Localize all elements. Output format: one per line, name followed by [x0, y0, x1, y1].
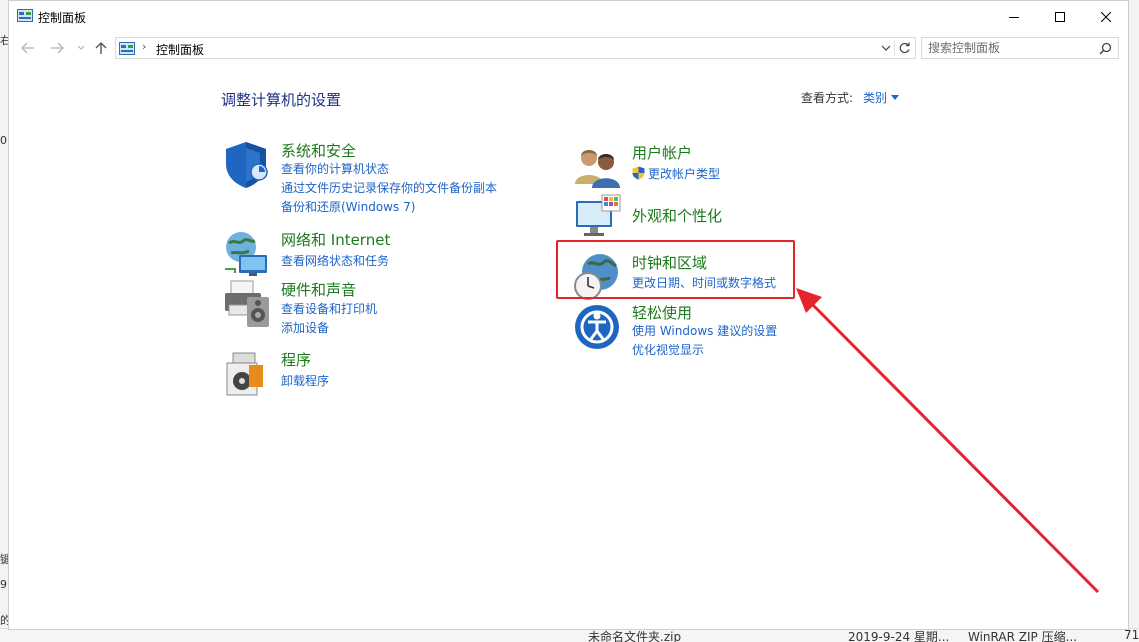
- category-network: 网络和 Internet 查看网络状态和任务: [221, 229, 551, 276]
- category-hardware-sound: 硬件和声音 查看设备和打印机 添加设备: [221, 279, 551, 339]
- view-by-dropdown[interactable]: 类别: [863, 91, 887, 105]
- search-box[interactable]: [921, 37, 1119, 59]
- link-view-computer-status[interactable]: 查看你的计算机状态: [281, 160, 389, 177]
- link-network-status[interactable]: 查看网络状态和任务: [281, 252, 389, 269]
- background-fragment: 0: [0, 134, 7, 147]
- link-backup-restore[interactable]: 备份和还原(Windows 7): [281, 198, 415, 215]
- control-panel-icon: [17, 9, 33, 22]
- view-by-label: 查看方式:: [801, 91, 854, 105]
- window-title: 控制面板: [38, 11, 87, 25]
- control-panel-window: 控制面板 › 控制面板 搜索控制面板 调整计算机的设置 查看方式: 类别 系统和…: [8, 0, 1129, 630]
- search-icon[interactable]: [1099, 42, 1112, 55]
- programs-icon[interactable]: [221, 349, 271, 399]
- link-optimize-visual-display[interactable]: 优化视觉显示: [632, 341, 704, 358]
- background-desktop-left: 右 0 键 9 的: [0, 0, 11, 641]
- appearance-monitor-icon[interactable]: [572, 193, 622, 243]
- link-windows-recommended-settings[interactable]: 使用 Windows 建议的设置: [632, 322, 777, 339]
- uac-shield-icon: [632, 166, 645, 180]
- background-desktop-right: [1129, 0, 1139, 641]
- category-title[interactable]: 程序: [281, 349, 311, 370]
- divider: [894, 40, 895, 56]
- background-file-size: 715: [1124, 628, 1139, 642]
- category-user-accounts: 用户帐户 更改帐户类型: [572, 142, 872, 188]
- caret-down-icon[interactable]: [891, 95, 900, 100]
- up-arrow-icon: [95, 42, 107, 54]
- close-icon: [1101, 11, 1111, 22]
- forward-button[interactable]: [49, 40, 65, 56]
- address-bar[interactable]: › 控制面板: [115, 37, 916, 59]
- shield-icon[interactable]: [221, 140, 271, 190]
- search-input[interactable]: [922, 38, 1098, 58]
- category-title[interactable]: 用户帐户: [632, 142, 692, 163]
- maximize-icon: [1055, 11, 1065, 22]
- category-title[interactable]: 系统和安全: [281, 140, 356, 161]
- background-file-name: 未命名文件夹.zip: [588, 630, 682, 642]
- control-panel-icon: [119, 42, 135, 55]
- user-accounts-icon[interactable]: [572, 142, 622, 192]
- refresh-icon[interactable]: [898, 41, 911, 55]
- link-devices-printers[interactable]: 查看设备和打印机: [281, 300, 377, 317]
- link-uninstall-program[interactable]: 卸载程序: [281, 372, 329, 389]
- background-file-list: 未命名文件夹.zip 2019-9-24 星期... WinRAR ZIP 压缩…: [0, 628, 1139, 642]
- page-title: 调整计算机的设置: [221, 91, 342, 109]
- background-file-date: 2019-9-24 星期...: [848, 630, 950, 642]
- back-arrow-icon: [21, 42, 34, 54]
- category-programs: 程序 卸载程序: [221, 349, 551, 396]
- category-title[interactable]: 外观和个性化: [632, 205, 722, 226]
- category-system-security: 系统和安全 查看你的计算机状态 通过文件历史记录保存你的文件备份副本 备份和还原…: [221, 140, 551, 220]
- ease-of-access-icon[interactable]: [572, 302, 622, 352]
- view-by-control: 查看方式: 类别: [801, 89, 900, 106]
- link-add-device[interactable]: 添加设备: [281, 319, 329, 336]
- title-bar[interactable]: 控制面板: [9, 1, 1128, 32]
- link-label[interactable]: 更改帐户类型: [648, 167, 720, 181]
- category-appearance: 外观和个性化: [572, 193, 872, 238]
- category-title[interactable]: 网络和 Internet: [281, 229, 390, 250]
- link-change-account-type[interactable]: 更改帐户类型: [632, 165, 720, 182]
- chevron-down-icon: [77, 45, 85, 50]
- minimize-button[interactable]: [991, 1, 1037, 32]
- chevron-down-icon[interactable]: [881, 41, 891, 55]
- forward-arrow-icon: [51, 42, 64, 54]
- background-fragment: 9: [0, 578, 7, 591]
- category-ease-of-access: 轻松使用 使用 Windows 建议的设置 优化视觉显示: [572, 302, 872, 362]
- up-button[interactable]: [93, 40, 109, 56]
- minimize-icon: [1009, 16, 1019, 18]
- maximize-button[interactable]: [1037, 1, 1083, 32]
- background-file-type: WinRAR ZIP 压缩...: [968, 630, 1078, 642]
- navigation-bar: › 控制面板: [9, 34, 1128, 62]
- link-file-history[interactable]: 通过文件历史记录保存你的文件备份副本: [281, 179, 497, 196]
- network-globe-icon[interactable]: [221, 229, 271, 279]
- breadcrumb-separator[interactable]: ›: [142, 40, 146, 53]
- close-button[interactable]: [1083, 1, 1129, 32]
- category-title[interactable]: 硬件和声音: [281, 279, 356, 300]
- recent-locations-button[interactable]: [73, 40, 89, 56]
- highlight-box: [556, 240, 795, 299]
- category-title[interactable]: 轻松使用: [632, 302, 692, 323]
- back-button[interactable]: [20, 40, 36, 56]
- breadcrumb-control-panel[interactable]: 控制面板: [156, 41, 204, 58]
- printer-icon[interactable]: [221, 279, 271, 329]
